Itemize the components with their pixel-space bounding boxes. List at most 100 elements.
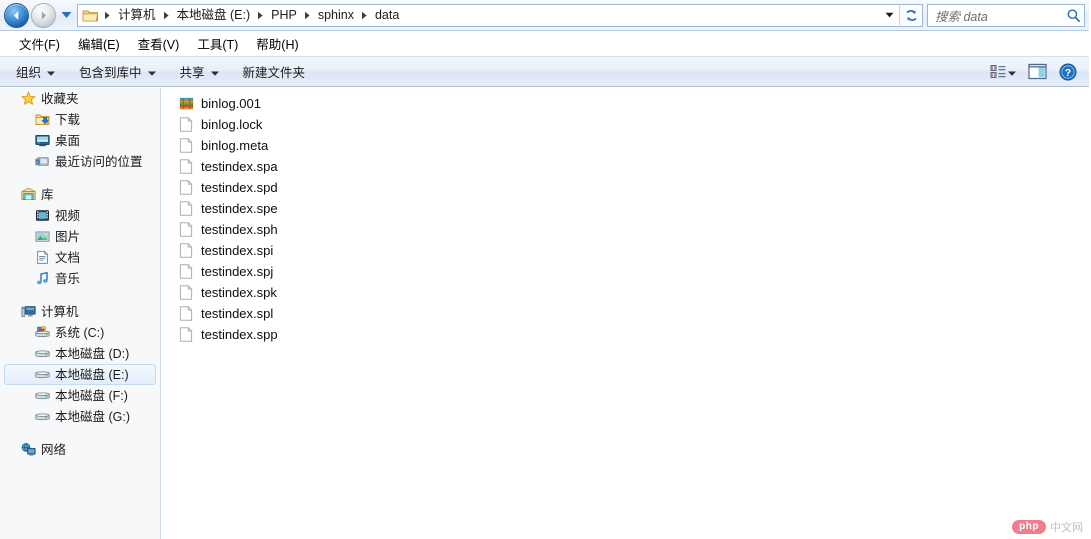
- menu-item-edit[interactable]: 编辑(E): [69, 31, 129, 56]
- menu-bar: 文件(F) 编辑(E) 查看(V) 工具(T) 帮助(H): [0, 31, 1091, 56]
- new-folder-button[interactable]: 新建文件夹: [235, 58, 314, 85]
- chevron-down-icon: [147, 65, 156, 79]
- list-item[interactable]: testindex.spe: [162, 198, 1091, 219]
- sidebar-item-pictures-label: 图片: [55, 229, 81, 244]
- navigation-pane[interactable]: 收藏夹 下载 桌面 最近访问的位置 库 视频 图片 文档 音乐 计算机 系统 (…: [0, 88, 161, 539]
- chevron-down-icon: [47, 65, 56, 79]
- forward-button[interactable]: [31, 2, 56, 28]
- svg-text:?: ?: [1065, 67, 1071, 79]
- breadcrumb-separator: [101, 11, 114, 20]
- organize-button[interactable]: 组织: [8, 58, 63, 85]
- sidebar-group-favorites[interactable]: 收藏夹: [0, 88, 160, 109]
- share-button[interactable]: 共享: [172, 58, 227, 85]
- breadcrumb-item-4[interactable]: data: [371, 6, 403, 25]
- path-dropdown-icon[interactable]: [879, 12, 899, 18]
- drive-icon: [34, 367, 50, 383]
- sidebar-item-drive-e[interactable]: 本地磁盘 (E:): [4, 364, 156, 385]
- sidebar-item-recent-places[interactable]: 最近访问的位置: [0, 151, 160, 172]
- blank-file-icon: [178, 201, 194, 217]
- breadcrumb-separator: [358, 11, 371, 20]
- include-in-library-label: 包含到库中: [79, 66, 142, 80]
- downloads-icon: [34, 112, 50, 128]
- breadcrumb-bar[interactable]: 计算机 本地磁盘 (E:) PHP sphinx data: [77, 3, 899, 27]
- list-item[interactable]: testindex.spl: [162, 303, 1091, 324]
- address-bar: 计算机 本地磁盘 (E:) PHP sphinx data 搜索 data: [0, 0, 1091, 31]
- breadcrumb-item-2[interactable]: PHP: [267, 6, 301, 25]
- list-item[interactable]: testindex.spk: [162, 282, 1091, 303]
- sidebar-group-libraries[interactable]: 库: [0, 184, 160, 205]
- blank-file-icon: [178, 222, 194, 238]
- file-list[interactable]: binlog.001 binlog.lock binlog.meta testi…: [162, 88, 1091, 539]
- sidebar-item-drive-g-label: 本地磁盘 (G:): [55, 409, 130, 424]
- sidebar-item-drive-d-label: 本地磁盘 (D:): [55, 346, 130, 361]
- sidebar-item-videos[interactable]: 视频: [0, 205, 160, 226]
- view-mode-button[interactable]: [986, 61, 1020, 83]
- breadcrumb-item-1[interactable]: 本地磁盘 (E:): [173, 6, 255, 25]
- list-item[interactable]: testindex.spi: [162, 240, 1091, 261]
- list-item[interactable]: binlog.meta: [162, 135, 1091, 156]
- menu-item-help[interactable]: 帮助(H): [247, 31, 307, 56]
- desktop-icon: [34, 133, 50, 149]
- blank-file-icon: [178, 327, 194, 343]
- file-name: testindex.spi: [201, 243, 274, 258]
- explorer-window: 计算机 本地磁盘 (E:) PHP sphinx data 搜索 data 文件…: [0, 0, 1091, 539]
- file-name: testindex.spd: [201, 180, 278, 195]
- list-item[interactable]: testindex.spj: [162, 261, 1091, 282]
- view-mode-icon: [990, 64, 1006, 78]
- list-item[interactable]: binlog.lock: [162, 114, 1091, 135]
- help-button[interactable]: ?: [1055, 61, 1081, 83]
- drive-icon: [34, 346, 50, 362]
- file-name: testindex.spp: [201, 327, 278, 342]
- sidebar-item-downloads-label: 下载: [55, 112, 81, 127]
- list-item[interactable]: testindex.spa: [162, 156, 1091, 177]
- file-name: binlog.001: [201, 96, 261, 111]
- list-item[interactable]: testindex.spd: [162, 177, 1091, 198]
- sidebar-item-pictures[interactable]: 图片: [0, 226, 160, 247]
- sidebar-item-music[interactable]: 音乐: [0, 268, 160, 289]
- preview-pane-button[interactable]: [1024, 61, 1051, 82]
- sidebar-item-drive-f[interactable]: 本地磁盘 (F:): [0, 385, 160, 406]
- recent-places-icon: [34, 154, 50, 170]
- sidebar-item-documents[interactable]: 文档: [0, 247, 160, 268]
- menu-item-view[interactable]: 查看(V): [129, 31, 189, 56]
- blank-file-icon: [178, 159, 194, 175]
- network-icon: [20, 442, 36, 458]
- search-input[interactable]: 搜索 data: [935, 6, 1066, 25]
- breadcrumb-item-0[interactable]: 计算机: [114, 6, 160, 25]
- sidebar-item-downloads[interactable]: 下载: [0, 109, 160, 130]
- blank-file-icon: [178, 243, 194, 259]
- blank-file-icon: [178, 285, 194, 301]
- watermark: php 中文网: [1012, 519, 1083, 535]
- sidebar-item-music-label: 音乐: [55, 271, 81, 286]
- menu-item-tools[interactable]: 工具(T): [188, 31, 247, 56]
- sidebar-item-drive-d[interactable]: 本地磁盘 (D:): [0, 343, 160, 364]
- search-box[interactable]: 搜索 data: [927, 3, 1085, 27]
- file-name: testindex.spa: [201, 159, 278, 174]
- menu-item-file[interactable]: 文件(F): [10, 31, 69, 56]
- music-icon: [34, 271, 50, 287]
- sidebar-item-drive-g[interactable]: 本地磁盘 (G:): [0, 406, 160, 427]
- file-name: testindex.spl: [201, 306, 274, 321]
- watermark-badge: php: [1012, 520, 1046, 534]
- history-dropdown-icon[interactable]: [60, 9, 72, 21]
- back-button[interactable]: [4, 2, 29, 28]
- folder-icon: [82, 10, 98, 21]
- refresh-button[interactable]: [899, 3, 923, 27]
- include-in-library-button[interactable]: 包含到库中: [71, 58, 164, 85]
- file-name: testindex.spe: [201, 201, 278, 216]
- sidebar-item-desktop[interactable]: 桌面: [0, 130, 160, 151]
- search-icon[interactable]: [1066, 8, 1081, 23]
- file-name: binlog.meta: [201, 138, 269, 153]
- breadcrumb-item-3[interactable]: sphinx: [314, 6, 358, 25]
- sidebar-item-drive-c[interactable]: 系统 (C:): [0, 322, 160, 343]
- help-icon: ?: [1059, 63, 1077, 80]
- file-name: binlog.lock: [201, 117, 263, 132]
- sidebar-group-computer[interactable]: 计算机: [0, 301, 160, 322]
- list-item[interactable]: binlog.001: [162, 93, 1091, 114]
- sidebar-group-libraries-label: 库: [41, 187, 54, 202]
- list-item[interactable]: testindex.sph: [162, 219, 1091, 240]
- list-item[interactable]: testindex.spp: [162, 324, 1091, 345]
- sidebar-group-network[interactable]: 网络: [0, 439, 160, 460]
